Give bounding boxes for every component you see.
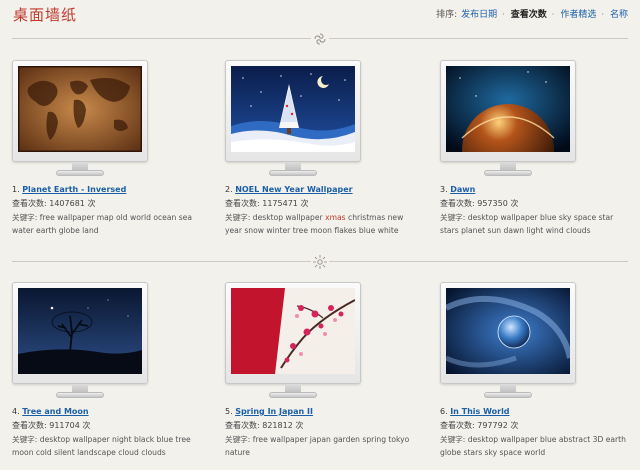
views-unit: 次: [510, 421, 519, 430]
views-label: 查看次数:: [12, 421, 47, 430]
wallpaper-title-line: 5. Spring In Japan II: [225, 407, 313, 416]
views-unit: 次: [87, 199, 96, 208]
views-label: 查看次数:: [12, 199, 47, 208]
keyword-list: 关键字: free wallpaper map old world ocean …: [12, 211, 202, 237]
tags-label: 关键字:: [225, 435, 251, 444]
sun-ornament-icon: [311, 253, 329, 271]
tags-label: 关键字:: [440, 435, 466, 444]
wallpaper-name-link[interactable]: Planet Earth - Inversed: [22, 185, 126, 194]
monitor-frame: [440, 282, 576, 384]
thumbnail-in-this-world: [446, 288, 570, 374]
thumbnail-world-map: [18, 66, 142, 152]
view-count: 查看次数: 797792 次: [440, 420, 518, 431]
wallpaper-title-line: 2. NOEL New Year Wallpaper: [225, 185, 353, 194]
thumbnail-tree-and-moon: [18, 288, 142, 374]
views-value: 1175471: [262, 199, 298, 208]
item-index: 5.: [225, 407, 233, 416]
sort-by-editor-pick-link[interactable]: 作者精选: [560, 10, 596, 20]
monitor-frame: [12, 282, 148, 384]
views-unit: 次: [300, 199, 309, 208]
wallpaper-name-link[interactable]: Tree and Moon: [22, 407, 88, 416]
view-count: 查看次数: 957350 次: [440, 198, 518, 209]
wallpaper-title-line: 6. In This World: [440, 407, 510, 416]
sort-by-name-link[interactable]: 名称: [610, 10, 628, 20]
monitor-base: [269, 392, 317, 398]
item-index: 1.: [12, 185, 20, 194]
tags-label: 关键字:: [12, 435, 38, 444]
item-index: 2.: [225, 185, 233, 194]
sort-separator: ·: [601, 10, 605, 20]
sort-bar: 排序: 发布日期 · 查看次数 · 作者精选 · 名称: [435, 7, 628, 20]
monitor-base: [269, 170, 317, 176]
tags-text: free wallpaper japan garden spring tokyo…: [225, 435, 410, 457]
wallpaper-name-link[interactable]: Spring In Japan II: [235, 407, 313, 416]
views-unit: 次: [82, 421, 91, 430]
sort-by-views-current: 查看次数: [510, 10, 547, 20]
sort-separator: ·: [501, 10, 505, 20]
monitor-base: [56, 170, 104, 176]
views-unit: 次: [510, 199, 519, 208]
keyword-list: 关键字: desktop wallpaper blue sky space st…: [440, 211, 630, 237]
keyword-list: 关键字: desktop wallpaper xmas christmas ne…: [225, 211, 415, 237]
thumbnail-dawn-planet: [446, 66, 570, 152]
monitor-base: [484, 170, 532, 176]
tags-text: desktop wallpaper blue sky space star st…: [440, 213, 614, 235]
view-count: 查看次数: 911704 次: [12, 420, 90, 431]
views-value: 1407681: [49, 199, 85, 208]
wallpaper-name-link[interactable]: Dawn: [450, 185, 475, 194]
thumbnail-spring-in-japan: [231, 288, 355, 374]
views-unit: 次: [295, 421, 304, 430]
tags-text: free wallpaper map old world ocean sea w…: [12, 213, 192, 235]
wallpaper-thumbnail-link[interactable]: [440, 282, 576, 404]
sort-separator: ·: [551, 10, 555, 20]
wallpaper-thumbnail-link[interactable]: [225, 60, 361, 182]
tags-text: desktop wallpaper: [252, 213, 323, 222]
tags-label: 关键字:: [440, 213, 466, 222]
item-index: 6.: [440, 407, 448, 416]
views-value: 957350: [477, 199, 508, 208]
wallpaper-thumbnail-link[interactable]: [12, 60, 148, 182]
page-title: 桌面墙纸: [13, 6, 78, 24]
sort-by-date-link[interactable]: 发布日期: [461, 10, 497, 20]
tags-text: desktop wallpaper blue abstract 3D earth…: [440, 435, 626, 457]
wallpaper-title-line: 4. Tree and Moon: [12, 407, 89, 416]
monitor-frame: [225, 60, 361, 162]
monitor-frame: [12, 60, 148, 162]
views-label: 查看次数:: [440, 199, 475, 208]
keyword-list: 关键字: free wallpaper japan garden spring …: [225, 433, 415, 459]
monitor-base: [56, 392, 104, 398]
monitor-frame: [440, 60, 576, 162]
wallpaper-thumbnail-link[interactable]: [12, 282, 148, 404]
wallpaper-name-link[interactable]: In This World: [450, 407, 509, 416]
item-index: 4.: [12, 407, 20, 416]
view-count: 查看次数: 821812 次: [225, 420, 303, 431]
monitor-frame: [225, 282, 361, 384]
wallpaper-title-line: 1. Planet Earth - Inversed: [12, 185, 126, 194]
views-value: 911704: [49, 421, 80, 430]
views-label: 查看次数:: [225, 199, 260, 208]
swirl-ornament-icon: [311, 30, 329, 48]
thumbnail-christmas-tree: [231, 66, 355, 152]
keyword-list: 关键字: desktop wallpaper blue abstract 3D …: [440, 433, 630, 459]
monitor-base: [484, 392, 532, 398]
view-count: 查看次数: 1407681 次: [12, 198, 95, 209]
tags-text: desktop wallpaper night black blue tree …: [12, 435, 191, 457]
tags-label: 关键字:: [12, 213, 38, 222]
wallpaper-name-link[interactable]: NOEL New Year Wallpaper: [235, 185, 352, 194]
tags-highlight: xmas: [325, 213, 346, 222]
item-index: 3.: [440, 185, 448, 194]
tags-label: 关键字:: [225, 213, 251, 222]
wallpaper-thumbnail-link[interactable]: [440, 60, 576, 182]
wallpaper-thumbnail-link[interactable]: [225, 282, 361, 404]
view-count: 查看次数: 1175471 次: [225, 198, 308, 209]
sort-label: 排序:: [436, 10, 458, 20]
views-label: 查看次数:: [440, 421, 475, 430]
views-value: 821812: [262, 421, 293, 430]
wallpaper-title-line: 3. Dawn: [440, 185, 475, 194]
views-value: 797792: [477, 421, 508, 430]
views-label: 查看次数:: [225, 421, 260, 430]
keyword-list: 关键字: desktop wallpaper night black blue …: [12, 433, 202, 459]
